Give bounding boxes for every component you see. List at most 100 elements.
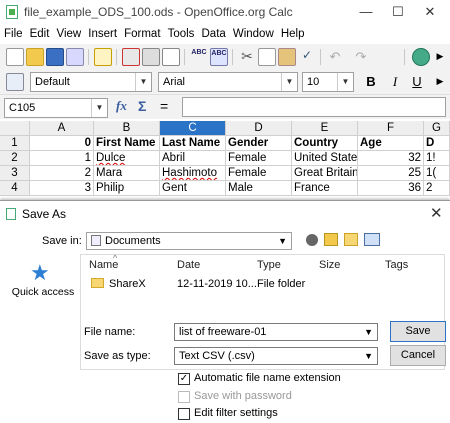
table-cell[interactable]: 36 [358,181,424,196]
column-size[interactable]: Size [319,259,340,271]
row-header[interactable]: 4 [0,181,30,196]
row-header[interactable]: 1 [0,136,30,151]
view-menu-icon[interactable] [364,233,380,246]
list-item[interactable]: ShareX 12-11-2019 10... File folder [81,275,381,293]
new-document-icon[interactable] [6,48,24,66]
formula-input[interactable] [182,97,446,117]
column-header-d[interactable]: D [226,121,292,136]
save-password-checkbox[interactable] [178,391,190,403]
row-header[interactable]: 2 [0,151,30,166]
up-folder-icon[interactable] [324,233,338,246]
table-cell[interactable]: Male [226,181,292,196]
name-box[interactable]: C105 ▼ [4,98,108,118]
paragraph-style-combo[interactable]: Default ▼ [30,72,152,92]
maximize-button[interactable]: ☐ [382,0,414,24]
table-cell[interactable]: Gender [226,136,292,151]
row-header[interactable]: 3 [0,166,30,181]
table-cell[interactable]: 1 [30,151,94,166]
column-header-b[interactable]: B [94,121,160,136]
table-cell[interactable]: First Name [94,136,160,151]
function-wizard-icon[interactable]: fx [116,98,127,114]
menu-format[interactable]: Format [120,26,160,40]
table-cell[interactable]: Philip [94,181,160,196]
menu-view[interactable]: View [52,26,81,40]
column-type[interactable]: Type [257,259,281,271]
table-cell[interactable]: France [292,181,358,196]
table-cell[interactable]: 32 [358,151,424,166]
table-cell[interactable]: 1( [424,166,450,181]
bold-icon[interactable]: B [362,73,380,91]
email-icon[interactable] [66,48,84,66]
export-pdf-icon[interactable] [122,48,140,66]
menu-insert[interactable]: Insert [84,26,117,40]
save-type-select[interactable]: Text CSV (.csv) ▼ [174,347,378,365]
table-cell[interactable]: 2 [424,181,450,196]
table-cell[interactable]: D [424,136,450,151]
table-cell[interactable]: Dulce [94,151,160,166]
column-header-c[interactable]: C [160,121,226,136]
close-window-button[interactable]: ✕ [414,0,446,24]
save-in-combo[interactable]: Documents ▼ [86,232,292,250]
table-cell[interactable]: United State [292,151,358,166]
column-header-f[interactable]: F [358,121,424,136]
table-cell[interactable]: 25 [358,166,424,181]
menu-help[interactable]: Help [277,26,305,40]
minimize-button[interactable]: — [350,0,382,24]
table-cell[interactable]: Great Britain [292,166,358,181]
column-tags[interactable]: Tags [385,259,408,271]
toolbar-overflow-icon[interactable]: ▶ [434,73,446,91]
table-cell[interactable]: 1! [424,151,450,166]
menu-file[interactable]: File [0,26,23,40]
open-folder-icon[interactable] [26,48,44,66]
toolbar-overflow-icon[interactable]: ▶ [434,48,446,66]
menu-window[interactable]: Window [229,26,274,40]
save-button[interactable]: Save [390,321,446,342]
edit-filter-checkbox[interactable] [178,408,190,420]
table-cell[interactable]: Age [358,136,424,151]
function-icon[interactable]: = [160,98,168,114]
table-cell[interactable]: Country [292,136,358,151]
table-cell[interactable]: Female [226,166,292,181]
print-preview-icon[interactable] [162,48,180,66]
format-paintbrush-icon[interactable]: ✓ [298,48,316,66]
styles-formatting-icon[interactable] [6,73,24,91]
sum-icon[interactable]: Σ [138,98,146,114]
table-cell[interactable]: Gent [160,181,226,196]
spreadsheet-grid[interactable]: A B C D E F G 1 0 First Name Last Name G… [0,121,450,199]
underline-icon[interactable]: U [408,73,426,91]
table-cell[interactable]: 0 [30,136,94,151]
menu-tools[interactable]: Tools [164,26,195,40]
select-all-corner[interactable] [0,121,30,136]
table-cell[interactable]: Female [226,151,292,166]
table-cell[interactable]: Mara [94,166,160,181]
cancel-button[interactable]: Cancel [390,345,446,366]
font-name-combo[interactable]: Arial ▼ [158,72,298,92]
quick-access-icon[interactable]: ★ [30,262,50,284]
redo-icon[interactable]: ↷ [352,48,370,66]
paste-icon[interactable] [278,48,296,66]
column-date[interactable]: Date [177,259,200,271]
print-icon[interactable] [142,48,160,66]
table-cell[interactable]: 3 [30,181,94,196]
font-size-combo[interactable]: 10 ▼ [302,72,354,92]
navigator-icon[interactable] [412,48,430,66]
table-cell[interactable]: Last Name [160,136,226,151]
autospellcheck-icon[interactable]: ABC [210,48,228,66]
menu-data[interactable]: Data [198,26,226,40]
table-cell[interactable]: Hashimoto [160,166,226,181]
edit-file-icon[interactable] [94,48,112,66]
back-icon[interactable] [306,234,318,246]
column-header-e[interactable]: E [292,121,358,136]
file-name-input[interactable]: list of freeware-01 ▼ [174,323,378,341]
spellcheck-icon[interactable]: ABC [190,48,208,66]
column-header-a[interactable]: A [30,121,94,136]
auto-extension-checkbox[interactable]: ✓ [178,373,190,385]
cut-icon[interactable]: ✂ [238,48,256,66]
column-header-g[interactable]: G [424,121,450,136]
save-icon[interactable] [46,48,64,66]
menu-edit[interactable]: Edit [26,26,50,40]
table-cell[interactable]: Abril [160,151,226,166]
dialog-close-icon[interactable]: ✕ [430,204,443,222]
undo-icon[interactable]: ↶ [326,48,344,66]
italic-icon[interactable]: I [386,73,404,91]
